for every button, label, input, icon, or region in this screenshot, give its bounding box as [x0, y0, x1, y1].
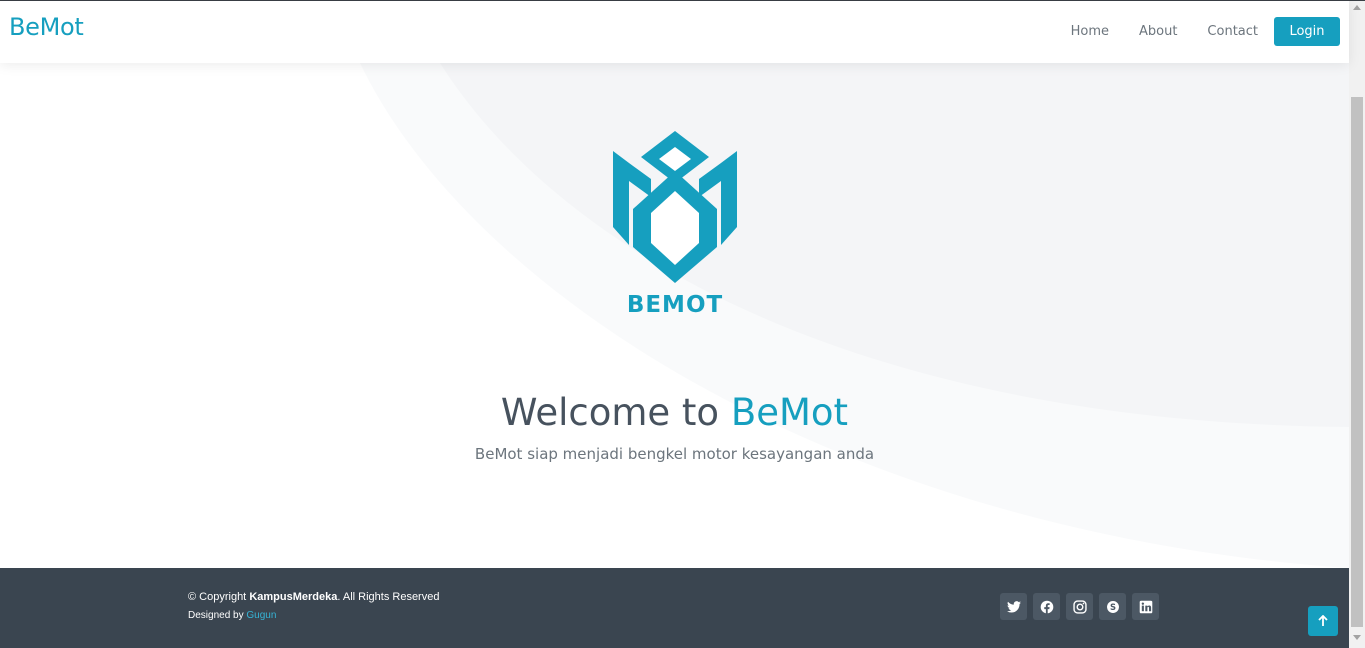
instagram-icon[interactable] [1066, 593, 1093, 620]
welcome-accent: BeMot [730, 391, 849, 434]
scroll-up-arrow-icon[interactable] [1353, 5, 1361, 10]
social-links: S [1000, 593, 1165, 620]
designer-link[interactable]: Gugun [246, 610, 276, 621]
copyright-text: © Copyright KampusMerdeka. All Rights Re… [188, 591, 439, 603]
scroll-down-arrow-icon[interactable] [1353, 635, 1361, 640]
copyright-name: KampusMerdeka [249, 591, 338, 603]
hero-section: BEMOT Welcome to BeMot BeMot siap menjad… [0, 63, 1349, 568]
linkedin-icon[interactable] [1132, 593, 1159, 620]
arrow-up-icon [1318, 615, 1328, 626]
designed-prefix: Designed by [188, 610, 244, 621]
twitter-icon[interactable] [1000, 593, 1027, 620]
welcome-heading: Welcome to BeMot [0, 391, 1349, 434]
scroll-thumb[interactable] [1351, 97, 1363, 627]
copyright-prefix: © Copyright [188, 591, 247, 603]
copyright-suffix: . All Rights Reserved [337, 591, 440, 603]
welcome-prefix: Welcome to [500, 391, 720, 434]
designed-by: Designed by Gugun [188, 610, 276, 621]
nav-home[interactable]: Home [1071, 24, 1109, 39]
svg-text:S: S [1109, 602, 1115, 612]
page-scrollbar[interactable] [1349, 1, 1365, 648]
facebook-icon[interactable] [1033, 593, 1060, 620]
skype-icon[interactable]: S [1099, 593, 1126, 620]
main-nav: Home About Contact Login [1071, 17, 1340, 46]
brand-logo[interactable]: BeMot [9, 13, 84, 41]
site-footer: © Copyright KampusMerdeka. All Rights Re… [0, 568, 1349, 648]
nav-contact[interactable]: Contact [1207, 24, 1258, 39]
hero-subtitle: BeMot siap menjadi bengkel motor kesayan… [474, 445, 875, 463]
login-button[interactable]: Login [1274, 17, 1340, 46]
site-header: BeMot Home About Contact Login [0, 1, 1349, 63]
nav-about[interactable]: About [1139, 24, 1177, 39]
logo-wordmark: BEMOT [626, 292, 724, 318]
back-to-top-button[interactable] [1308, 606, 1338, 636]
bemot-logo-icon [613, 131, 737, 283]
